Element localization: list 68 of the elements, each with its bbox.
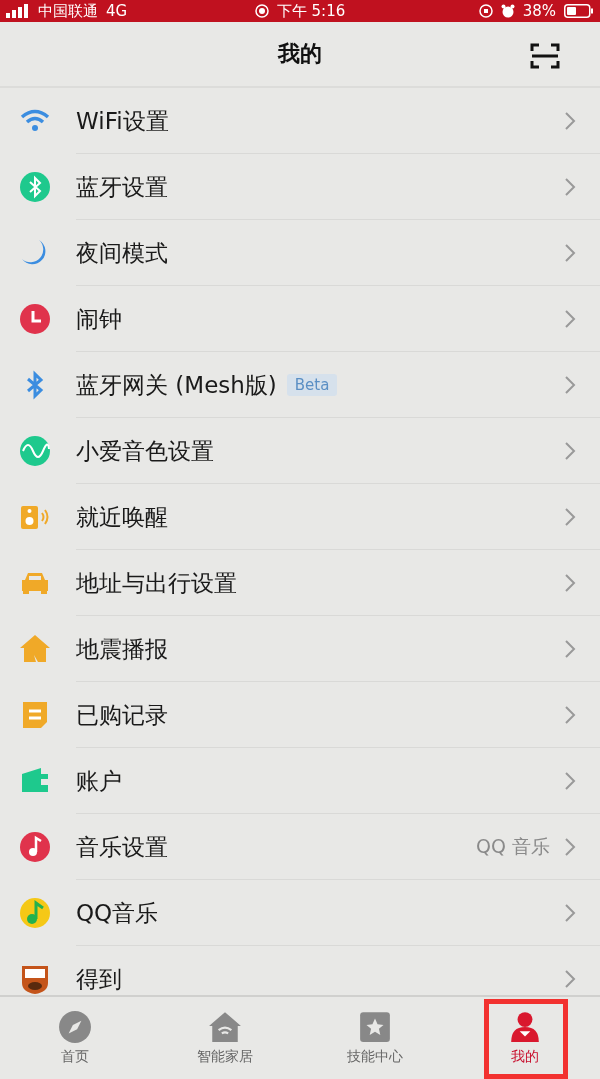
item-label: WiFi设置 (76, 106, 169, 136)
menu-item[interactable]: 蓝牙设置 (0, 154, 600, 220)
menu-item[interactable]: 小爱音色设置 (0, 418, 600, 484)
menu-item[interactable]: 就近唤醒 (0, 484, 600, 550)
menu-item[interactable]: 已购记录 (0, 682, 600, 748)
beta-badge: Beta (286, 374, 338, 396)
item-label: 音乐设置 (76, 832, 168, 862)
chevron-icon (564, 375, 576, 395)
bluetooth-icon (19, 171, 51, 203)
item-label: 地址与出行设置 (76, 568, 237, 598)
page-title: 我的 (278, 40, 322, 68)
person-icon (508, 1010, 542, 1044)
chevron-icon (564, 705, 576, 725)
chevron-icon (564, 507, 576, 527)
carrier-name: 中国联通 (38, 1, 98, 21)
item-label: 得到 (76, 964, 122, 994)
battery-icon (564, 4, 594, 18)
tab[interactable]: 首页 (0, 997, 150, 1079)
item-label: 闹钟 (76, 304, 122, 334)
item-label: 地震播报 (76, 634, 168, 664)
chevron-icon (564, 969, 576, 989)
tab[interactable]: 技能中心 (300, 997, 450, 1079)
signal-icon (6, 4, 30, 18)
record-icon (254, 4, 269, 18)
network-type: 4G (106, 2, 128, 20)
battery-percent: 38% (522, 2, 556, 20)
menu-item[interactable]: 地址与出行设置 (0, 550, 600, 616)
status-time: 下午 5:16 (276, 1, 346, 21)
menu-item[interactable]: 账户 (0, 748, 600, 814)
chevron-icon (564, 111, 576, 131)
item-label: 已购记录 (76, 700, 168, 730)
chevron-icon (564, 837, 576, 857)
chevron-icon (564, 903, 576, 923)
item-label: 蓝牙设置 (76, 172, 168, 202)
rotation-lock-icon (478, 4, 493, 18)
scan-button[interactable] (530, 42, 560, 70)
house-icon (19, 633, 51, 665)
menu-item[interactable]: QQ音乐 (0, 880, 600, 946)
item-label: 账户 (76, 766, 122, 796)
alarm-icon (500, 4, 515, 18)
item-label: 夜间模式 (76, 238, 168, 268)
item-label: 蓝牙网关 (Mesh版) (76, 370, 277, 400)
chevron-icon (564, 441, 576, 461)
chevron-icon (564, 177, 576, 197)
item-label: QQ音乐 (76, 898, 159, 928)
menu-item[interactable]: 闹钟 (0, 286, 600, 352)
item-label: 小爱音色设置 (76, 436, 214, 466)
tab[interactable]: 智能家居 (150, 997, 300, 1079)
chevron-icon (564, 573, 576, 593)
menu-item[interactable]: 地震播报 (0, 616, 600, 682)
wave-icon (19, 435, 51, 467)
item-label: 就近唤醒 (76, 502, 168, 532)
compass-icon (58, 1010, 92, 1044)
shield-icon (19, 963, 51, 995)
item-value: QQ 音乐 (476, 834, 550, 859)
chevron-icon (564, 771, 576, 791)
menu-item[interactable]: 夜间模式 (0, 220, 600, 286)
house-icon (208, 1010, 242, 1044)
music-note-icon (19, 897, 51, 929)
chevron-icon (564, 309, 576, 329)
menu-item[interactable]: WiFi设置 (0, 88, 600, 154)
chevron-icon (564, 243, 576, 263)
chevron-icon (564, 639, 576, 659)
clock-icon (19, 303, 51, 335)
menu-item[interactable]: 音乐设置 QQ 音乐 (0, 814, 600, 880)
music-note-icon (19, 831, 51, 863)
tab[interactable]: 我的 (450, 997, 600, 1079)
menu-item[interactable]: 蓝牙网关 (Mesh版) Beta (0, 352, 600, 418)
